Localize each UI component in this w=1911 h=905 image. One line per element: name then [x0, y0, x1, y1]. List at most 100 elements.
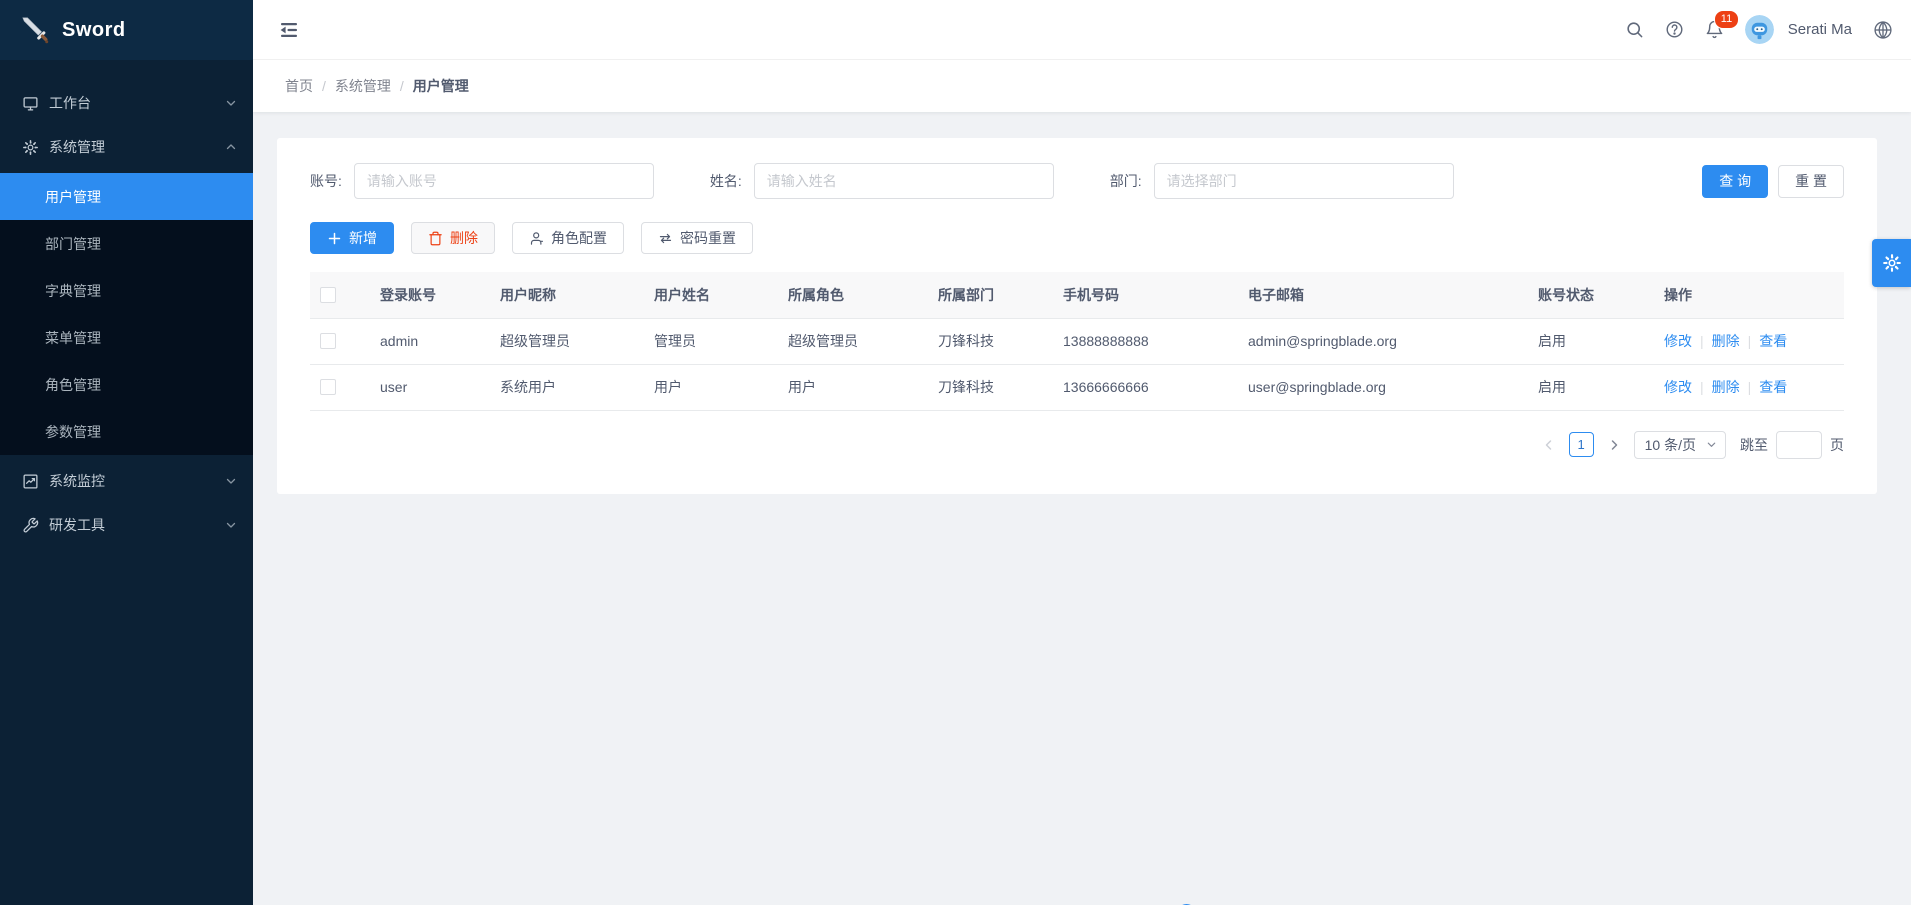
row-action-1[interactable]: 删除 [1712, 379, 1740, 395]
sidebar-item-devtools[interactable]: 研发工具 [0, 503, 253, 547]
page-size-select[interactable]: 10 条/页 [1634, 431, 1726, 459]
account-label: 账号: [310, 171, 342, 191]
user-icon [529, 231, 544, 246]
row-actions: 修改 | 删除 | 查看 [1654, 364, 1844, 410]
column-header: 所属角色 [778, 272, 928, 318]
refresh-icon [658, 231, 673, 246]
sidebar-item-system[interactable]: 系统管理 [0, 125, 253, 169]
delete-button[interactable]: 删除 [411, 222, 495, 254]
table-cell: 管理员 [644, 318, 778, 364]
sword-logo-icon [20, 15, 50, 45]
password-reset-button[interactable]: 密码重置 [641, 222, 753, 254]
table-cell: 用户 [778, 364, 928, 410]
app-title: Sword [62, 19, 126, 42]
toolbar: 新增 删除 角色配置 [310, 222, 1844, 254]
table-cell: admin@springblade.org [1238, 318, 1528, 364]
collapse-sidebar-icon[interactable] [277, 18, 301, 42]
pagination-next-icon[interactable] [1602, 433, 1626, 457]
breadcrumb-separator: / [322, 78, 326, 94]
help-icon[interactable] [1665, 20, 1684, 39]
page-unit-label: 页 [1830, 435, 1844, 455]
sidebar-nav: 工作台系统管理用户管理部门管理字典管理菜单管理角色管理参数管理系统监控研发工具 [0, 60, 253, 547]
row-action-2[interactable]: 查看 [1759, 333, 1787, 349]
search-icon[interactable] [1625, 20, 1644, 39]
table-cell: 刀锋科技 [928, 318, 1053, 364]
column-header: 用户昵称 [490, 272, 644, 318]
account-input[interactable] [354, 163, 654, 199]
table-cell: 13666666666 [1053, 364, 1238, 410]
action-separator: | [1748, 333, 1752, 349]
table-cell: 超级管理员 [778, 318, 928, 364]
settings-gear-icon [1882, 253, 1902, 273]
table-row: admin超级管理员管理员超级管理员刀锋科技13888888888admin@s… [310, 318, 1844, 364]
table-cell: user [370, 364, 490, 410]
column-header: 账号状态 [1528, 272, 1654, 318]
user-name[interactable]: Serati Ma [1788, 21, 1852, 38]
topbar: 11 Serati Ma [253, 0, 1911, 60]
sidebar-item-dict[interactable]: 字典管理 [0, 267, 253, 314]
chevron-up-icon [225, 141, 237, 153]
table-cell: 13888888888 [1053, 318, 1238, 364]
pagination: 1 10 条/页 跳至 页 [310, 431, 1844, 459]
column-header: 手机号码 [1053, 272, 1238, 318]
breadcrumb-separator: / [400, 78, 404, 94]
sidebar-item-workbench[interactable]: 工作台 [0, 81, 253, 125]
chevron-down-icon [225, 97, 237, 109]
row-action-1[interactable]: 删除 [1712, 333, 1740, 349]
submenu-system: 用户管理部门管理字典管理菜单管理角色管理参数管理 [0, 173, 253, 455]
row-action-0[interactable]: 修改 [1664, 379, 1692, 395]
sidebar: Sword 工作台系统管理用户管理部门管理字典管理菜单管理角色管理参数管理系统监… [0, 0, 253, 905]
app-logo: Sword [0, 0, 253, 60]
search-button[interactable]: 查 询 [1702, 165, 1768, 198]
table-cell: 启用 [1528, 318, 1654, 364]
sidebar-item-label: 研发工具 [49, 515, 225, 535]
chevron-down-icon [225, 475, 237, 487]
table-header: 登录账号用户昵称用户姓名所属角色所属部门手机号码电子邮箱账号状态操作 [310, 272, 1844, 318]
sidebar-item-label: 系统管理 [49, 137, 225, 157]
action-separator: | [1748, 379, 1752, 395]
row-checkbox[interactable] [320, 333, 336, 349]
theme-settings-button[interactable] [1872, 239, 1911, 287]
jump-page-input[interactable] [1776, 431, 1822, 459]
plus-icon [327, 231, 342, 246]
sidebar-item-role[interactable]: 角色管理 [0, 361, 253, 408]
globe-icon[interactable] [1873, 20, 1893, 40]
sidebar-item-dept[interactable]: 部门管理 [0, 220, 253, 267]
column-header: 登录账号 [370, 272, 490, 318]
pagination-prev-icon[interactable] [1537, 433, 1561, 457]
wrench-icon [22, 517, 39, 534]
table-cell: user@springblade.org [1238, 364, 1528, 410]
role-config-button[interactable]: 角色配置 [512, 222, 624, 254]
row-action-0[interactable]: 修改 [1664, 333, 1692, 349]
sidebar-item-monitor[interactable]: 系统监控 [0, 459, 253, 503]
bell-icon[interactable]: 11 [1705, 20, 1724, 39]
row-action-2[interactable]: 查看 [1759, 379, 1787, 395]
jump-label: 跳至 [1740, 435, 1768, 455]
avatar[interactable] [1745, 15, 1774, 44]
row-checkbox[interactable] [320, 379, 336, 395]
action-separator: | [1700, 333, 1704, 349]
name-input[interactable] [754, 163, 1054, 199]
dept-label: 部门: [1110, 171, 1142, 191]
breadcrumb-item-1[interactable]: 系统管理 [335, 76, 391, 96]
table-cell: admin [370, 318, 490, 364]
column-header: 所属部门 [928, 272, 1053, 318]
user-management-card: 账号: 姓名: 部门: 查 询 重 置 [277, 138, 1877, 494]
name-label: 姓名: [710, 171, 742, 191]
chart-icon [22, 473, 39, 490]
add-button[interactable]: 新增 [310, 222, 394, 254]
table-cell: 系统用户 [490, 364, 644, 410]
user-table: 登录账号用户昵称用户姓名所属角色所属部门手机号码电子邮箱账号状态操作 admin… [310, 272, 1844, 411]
pagination-page-1[interactable]: 1 [1569, 432, 1594, 457]
sidebar-item-user[interactable]: 用户管理 [0, 173, 253, 220]
sidebar-item-menu[interactable]: 菜单管理 [0, 314, 253, 361]
column-header: 操作 [1654, 272, 1844, 318]
select-all-checkbox[interactable] [320, 287, 336, 303]
reset-button[interactable]: 重 置 [1778, 165, 1844, 198]
dept-select[interactable] [1154, 163, 1454, 199]
sidebar-item-param[interactable]: 参数管理 [0, 408, 253, 455]
breadcrumb-item-0[interactable]: 首页 [285, 76, 313, 96]
sidebar-item-label: 系统监控 [49, 471, 225, 491]
row-actions: 修改 | 删除 | 查看 [1654, 318, 1844, 364]
action-separator: | [1700, 379, 1704, 395]
